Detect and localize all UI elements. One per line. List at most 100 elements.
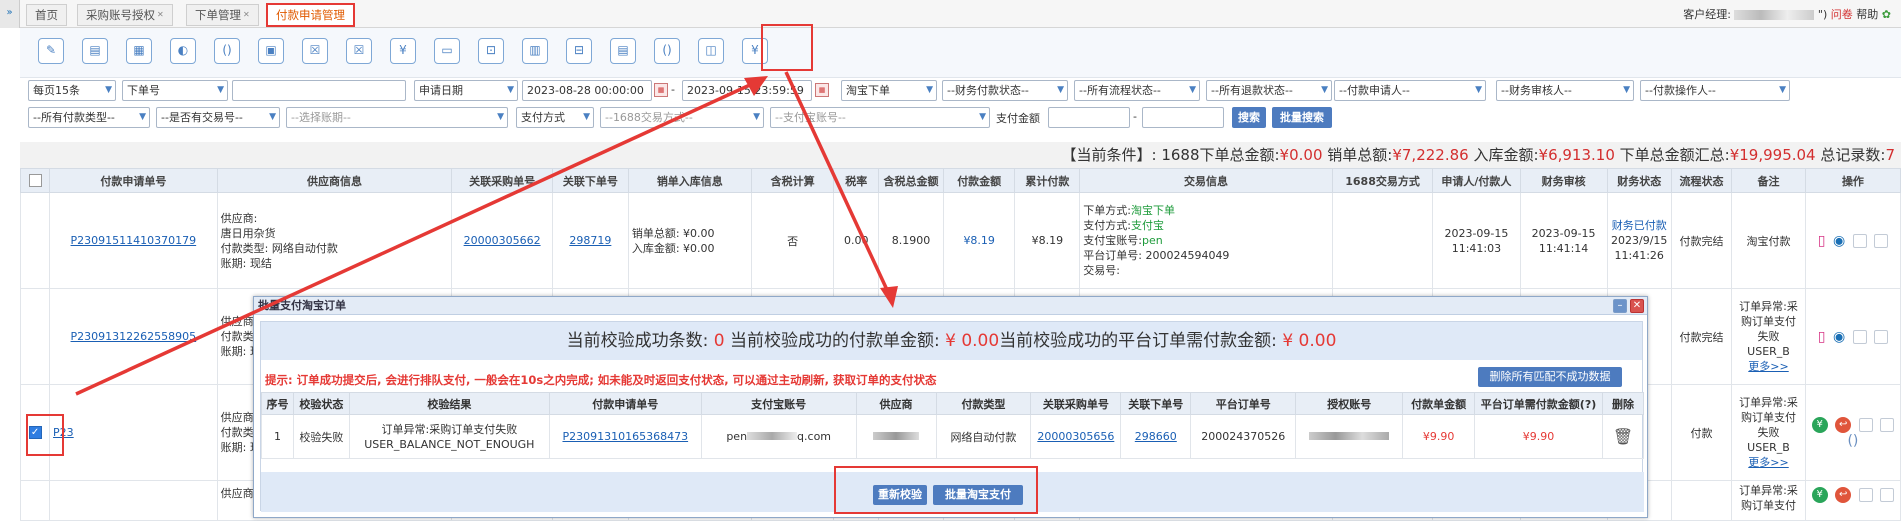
- calendar-icon[interactable]: ▦: [815, 83, 829, 97]
- print-icon[interactable]: ▤: [82, 38, 108, 64]
- order-link[interactable]: 298719: [569, 234, 611, 247]
- alipay-account-select[interactable]: --支付宝账号-- ▼: [770, 107, 990, 128]
- list-icon[interactable]: ▤: [610, 38, 636, 64]
- cancel-icon[interactable]: ◐: [170, 38, 196, 64]
- survey-link[interactable]: 问卷: [1831, 8, 1853, 21]
- refund-icon[interactable]: ↩: [1835, 416, 1852, 433]
- row-actions: ▯ ◉: [1804, 288, 1901, 385]
- refund-icon[interactable]: ↩: [1835, 487, 1852, 503]
- row-actions: ¥ ↩ (): [1804, 384, 1901, 481]
- calendar-icon[interactable]: ▦: [654, 83, 668, 97]
- card-icon[interactable]: ▭: [434, 38, 460, 64]
- validation-summary: 当前校验成功条数: 0 当前校验成功的付款单金额: ¥ 0.00当前校验成功的平…: [261, 322, 1642, 360]
- payment-request-link[interactable]: P23091312262558905: [71, 330, 197, 343]
- account-period-select[interactable]: --选择账期-- ▼: [286, 107, 508, 128]
- purchase-order-link[interactable]: 20000305656: [1037, 430, 1114, 443]
- refresh-icon[interactable]: ✿: [1882, 8, 1891, 21]
- date-field-select[interactable]: 申请日期 ▼: [414, 80, 518, 101]
- yen-icon[interactable]: ¥: [390, 38, 416, 64]
- modal-tip: 提示: 订单成功提交后, 会进行排队支付, 一般会在10s之内完成; 如未能及时…: [265, 373, 937, 387]
- payment-request-link[interactable]: P23091310165368473: [562, 430, 688, 443]
- edit-icon[interactable]: [1858, 488, 1873, 502]
- refund-status-select[interactable]: --所有退款状态-- ▼: [1206, 80, 1332, 101]
- tab-payment-request-management[interactable]: 付款申请管理: [266, 3, 355, 27]
- order-keyword-input[interactable]: [232, 80, 406, 101]
- close-icon[interactable]: ✕: [243, 10, 250, 19]
- print-icon[interactable]: ▦: [126, 38, 152, 64]
- import-icon[interactable]: ⊟: [566, 38, 592, 64]
- close-order-icon[interactable]: ☒: [346, 38, 372, 64]
- finance-status-select[interactable]: --财务付款状态-- ▼: [942, 80, 1068, 101]
- order-field-select[interactable]: 下单号 ▼: [122, 80, 228, 101]
- pay-method-select[interactable]: 支付方式 ▼: [516, 107, 594, 128]
- blurred-manager-name: [1734, 10, 1815, 20]
- clipboard-icon[interactable]: ▯: [1818, 329, 1826, 345]
- tab-home[interactable]: 首页: [26, 4, 67, 26]
- order-link[interactable]: 298660: [1135, 430, 1177, 443]
- refresh-icon[interactable]: (): [214, 38, 240, 64]
- export-icon[interactable]: ⊡: [478, 38, 504, 64]
- blurred-supplier: [873, 432, 920, 440]
- minimize-icon[interactable]: –: [1613, 299, 1627, 313]
- date-end-input[interactable]: 2023-09-15 23:59:59: [682, 80, 812, 101]
- row-checkbox[interactable]: [19, 192, 51, 289]
- table-row: P23091511410370179 供应商: 唐日用杂货 付款类型: 网络自动…: [19, 192, 1901, 289]
- pay-type-select[interactable]: --所有付款类型-- ▼: [28, 107, 150, 128]
- row-checkbox[interactable]: [19, 288, 51, 385]
- grid-icon[interactable]: [1880, 488, 1895, 502]
- top-tab-bar: » 首页 采购账号授权 ✕ 下单管理 ✕ 付款申请管理 客户经理: ") 问卷 帮助…: [0, 0, 1901, 28]
- more-link[interactable]: 更多>>: [1748, 456, 1788, 469]
- edit-icon[interactable]: [1858, 417, 1873, 432]
- copy-icon[interactable]: ▣: [258, 38, 284, 64]
- sync-icon[interactable]: (): [1806, 433, 1900, 449]
- date-separator: -: [671, 83, 675, 96]
- select-all-checkbox[interactable]: [19, 168, 51, 193]
- grid-icon[interactable]: [1874, 329, 1889, 344]
- top-right-info: 客户经理: ") 问卷 帮助 ✿: [1683, 8, 1891, 21]
- delete-icon[interactable]: ☒: [302, 38, 328, 64]
- close-icon[interactable]: ✕: [157, 10, 164, 19]
- highlight-box: [834, 466, 1038, 514]
- batch-search-button[interactable]: 批量搜索: [1272, 107, 1332, 128]
- sync-icon[interactable]: (): [654, 38, 680, 64]
- order-type-select[interactable]: 淘宝下单 ▼: [841, 80, 937, 101]
- search-button[interactable]: 搜索: [1232, 107, 1266, 128]
- view-icon[interactable]: ◉: [1833, 329, 1845, 345]
- pay-icon[interactable]: ¥: [1811, 487, 1828, 503]
- tab-purchase-account-auth[interactable]: 采购账号授权 ✕: [77, 4, 173, 26]
- grid-icon[interactable]: [1880, 417, 1895, 432]
- purchase-order-link[interactable]: 20000305662: [464, 234, 541, 247]
- close-icon[interactable]: ✕: [1630, 299, 1644, 313]
- applicant-select[interactable]: --付款申请人-- ▼: [1334, 80, 1486, 101]
- validation-table: 序号 校验状态 校验结果 付款申请单号 支付宝账号 供应商 付款类型 关联采购单号 关联下单号平…: [261, 392, 1645, 459]
- validation-table-header: 序号 校验状态 校验结果 付款申请单号 支付宝账号 供应商 付款类型 关联采购单号 关联下单号平…: [261, 392, 1645, 415]
- amount-max-input[interactable]: [1142, 107, 1224, 128]
- delete-unmatched-button[interactable]: 删除所有匹配不成功数据: [1478, 367, 1622, 387]
- page-size-select[interactable]: 每页15条 ▼: [28, 80, 116, 101]
- row-actions: ▯ ◉: [1804, 192, 1901, 289]
- edit-icon[interactable]: ✎: [38, 38, 64, 64]
- auditor-select[interactable]: --财务审核人-- ▼: [1496, 80, 1634, 101]
- pay-icon[interactable]: ¥: [1811, 416, 1828, 433]
- amount-min-input[interactable]: [1048, 107, 1130, 128]
- edit-icon[interactable]: [1852, 233, 1867, 248]
- operator-select[interactable]: --付款操作人-- ▼: [1640, 80, 1790, 101]
- summary-bar: 【当前条件】: 1688下单总金额:¥0.00 销单总额:¥7,222.86 入…: [20, 142, 1901, 168]
- has-trade-select[interactable]: --是否有交易号-- ▼: [156, 107, 280, 128]
- trash-icon[interactable]: 🗑: [1601, 414, 1645, 459]
- payment-request-link[interactable]: P23091511410370179: [71, 234, 197, 247]
- more-link[interactable]: 更多>>: [1748, 360, 1788, 373]
- help-link[interactable]: 帮助: [1856, 8, 1878, 21]
- tab-order-management[interactable]: 下单管理 ✕: [186, 4, 259, 26]
- edit-icon[interactable]: [1852, 329, 1867, 344]
- flow-status-select[interactable]: --所有流程状态-- ▼: [1074, 80, 1200, 101]
- collapse-sidebar-icon[interactable]: »: [0, 0, 20, 28]
- screen-icon[interactable]: ◫: [698, 38, 724, 64]
- view-icon[interactable]: ◉: [1833, 233, 1845, 249]
- doc-icon[interactable]: ▥: [522, 38, 548, 64]
- blurred-account: [1309, 432, 1390, 440]
- grid-icon[interactable]: [1874, 233, 1889, 248]
- clipboard-icon[interactable]: ▯: [1818, 233, 1826, 249]
- date-start-input[interactable]: 2023-08-28 00:00:00: [522, 80, 652, 101]
- trade-method-select[interactable]: --1688交易方式-- ▼: [600, 107, 764, 128]
